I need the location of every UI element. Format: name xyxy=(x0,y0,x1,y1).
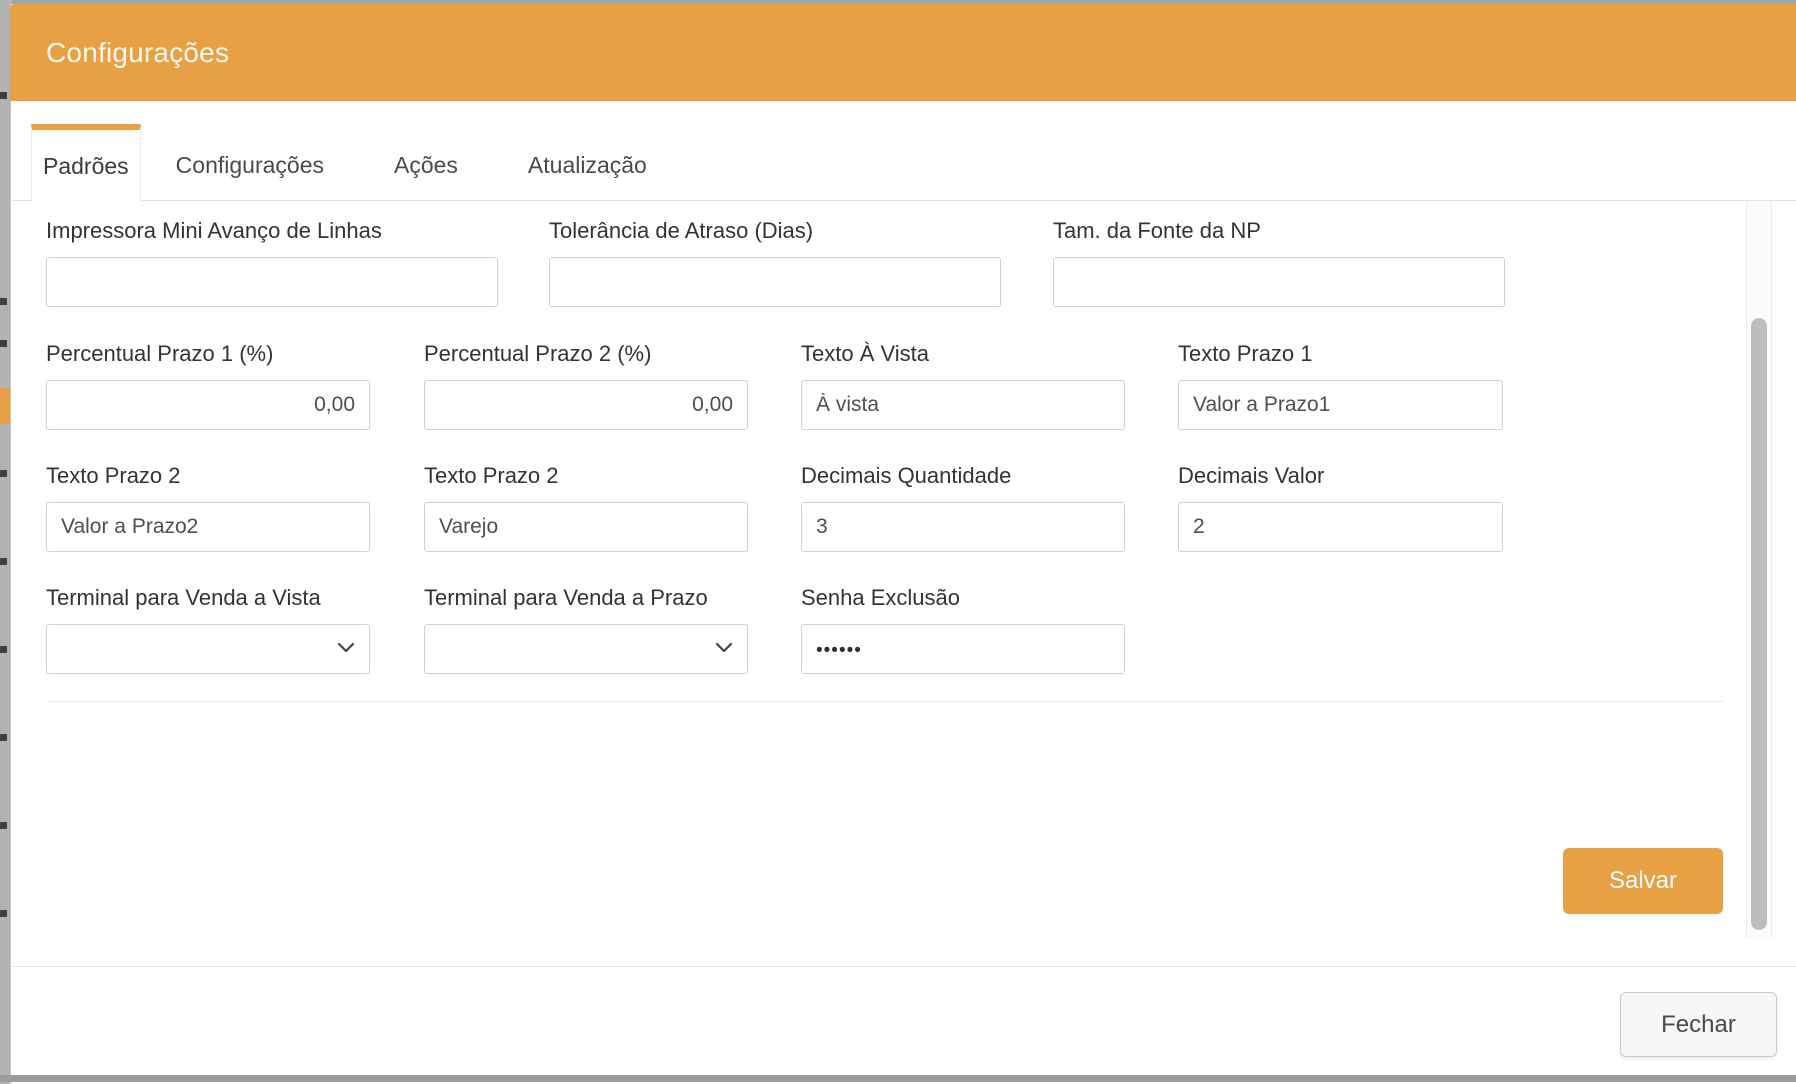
field-label: Texto Prazo 2 xyxy=(424,464,748,488)
background-content-fragment xyxy=(0,92,7,99)
dialog-header: Configurações xyxy=(10,4,1796,101)
field-label: Texto Prazo 1 xyxy=(1178,342,1503,366)
percentual-prazo1-input[interactable] xyxy=(46,380,370,430)
section-divider xyxy=(46,701,1723,702)
terminal-venda-prazo-select[interactable] xyxy=(424,624,748,674)
scrollbar-track[interactable] xyxy=(1746,201,1772,938)
texto-a-vista-input[interactable] xyxy=(801,380,1125,430)
percentual-prazo2-input[interactable] xyxy=(424,380,748,430)
close-button[interactable]: Fechar xyxy=(1620,992,1777,1057)
chevron-down-icon xyxy=(715,642,733,654)
tab-padroes[interactable]: Padrões xyxy=(31,124,141,202)
tab-atualizacao[interactable]: Atualização xyxy=(493,124,682,200)
field-tolerancia-atraso: Tolerância de Atraso (Dias) xyxy=(549,219,1001,309)
background-content-fragment xyxy=(0,470,7,477)
texto-prazo1-input[interactable] xyxy=(1178,380,1503,430)
field-label: Terminal para Venda a Vista xyxy=(46,586,370,610)
background-content-fragment xyxy=(0,910,7,917)
tab-configuracoes[interactable]: Configurações xyxy=(141,124,359,200)
window-bottom-edge xyxy=(0,1075,1796,1082)
field-texto-prazo1: Texto Prazo 1 xyxy=(1178,342,1503,432)
field-texto-prazo2-varejo: Texto Prazo 2 xyxy=(424,464,748,554)
field-senha-exclusao: Senha Exclusão xyxy=(801,586,1125,676)
field-terminal-venda-prazo: Terminal para Venda a Prazo xyxy=(424,586,748,676)
terminal-venda-vista-select[interactable] xyxy=(46,624,370,674)
field-impressora-mini-avanco: Impressora Mini Avanço de Linhas xyxy=(46,219,498,309)
tolerancia-atraso-input[interactable] xyxy=(549,257,1001,307)
save-button[interactable]: Salvar xyxy=(1563,848,1723,914)
footer-divider xyxy=(10,966,1796,967)
decimais-quantidade-input[interactable] xyxy=(801,502,1125,552)
background-content-fragment xyxy=(0,646,7,653)
field-label: Decimais Valor xyxy=(1178,464,1503,488)
background-content-fragment xyxy=(0,822,7,829)
field-label: Texto Prazo 2 xyxy=(46,464,370,488)
background-content-fragment xyxy=(0,558,7,565)
field-label: Impressora Mini Avanço de Linhas xyxy=(46,219,498,243)
field-label: Decimais Quantidade xyxy=(801,464,1125,488)
field-decimais-valor: Decimais Valor xyxy=(1178,464,1503,554)
senha-exclusao-input[interactable] xyxy=(801,624,1125,674)
field-label: Terminal para Venda a Prazo xyxy=(424,586,748,610)
scrollbar-thumb[interactable] xyxy=(1751,318,1767,930)
impressora-mini-avanco-input[interactable] xyxy=(46,257,498,307)
decimais-valor-input[interactable] xyxy=(1178,502,1503,552)
field-label: Percentual Prazo 1 (%) xyxy=(46,342,370,366)
field-label: Tolerância de Atraso (Dias) xyxy=(549,219,1001,243)
dialog-title: Configurações xyxy=(46,4,229,101)
chevron-down-icon xyxy=(337,642,355,654)
background-content-fragment xyxy=(0,340,7,347)
field-label: Tam. da Fonte da NP xyxy=(1053,219,1505,243)
background-content-fragment xyxy=(0,734,7,741)
field-texto-prazo2: Texto Prazo 2 xyxy=(46,464,370,554)
field-label: Senha Exclusão xyxy=(801,586,1125,610)
field-decimais-quantidade: Decimais Quantidade xyxy=(801,464,1125,554)
background-content-fragment xyxy=(0,298,7,305)
field-texto-a-vista: Texto À Vista xyxy=(801,342,1125,432)
tab-acoes[interactable]: Ações xyxy=(359,124,493,200)
field-label: Percentual Prazo 2 (%) xyxy=(424,342,748,366)
field-percentual-prazo1: Percentual Prazo 1 (%) xyxy=(46,342,370,432)
texto-prazo2-input[interactable] xyxy=(46,502,370,552)
tab-bar: Padrões Configurações Ações Atualização xyxy=(10,124,1796,201)
background-content-fragment xyxy=(0,388,10,424)
page: { "colors": { "accent": "#e7a044" }, "di… xyxy=(0,0,1796,1084)
field-tam-fonte-np: Tam. da Fonte da NP xyxy=(1053,219,1505,309)
tam-fonte-np-input[interactable] xyxy=(1053,257,1505,307)
field-label: Texto À Vista xyxy=(801,342,1125,366)
field-percentual-prazo2: Percentual Prazo 2 (%) xyxy=(424,342,748,432)
texto-prazo2-varejo-input[interactable] xyxy=(424,502,748,552)
field-terminal-venda-vista: Terminal para Venda a Vista xyxy=(46,586,370,676)
